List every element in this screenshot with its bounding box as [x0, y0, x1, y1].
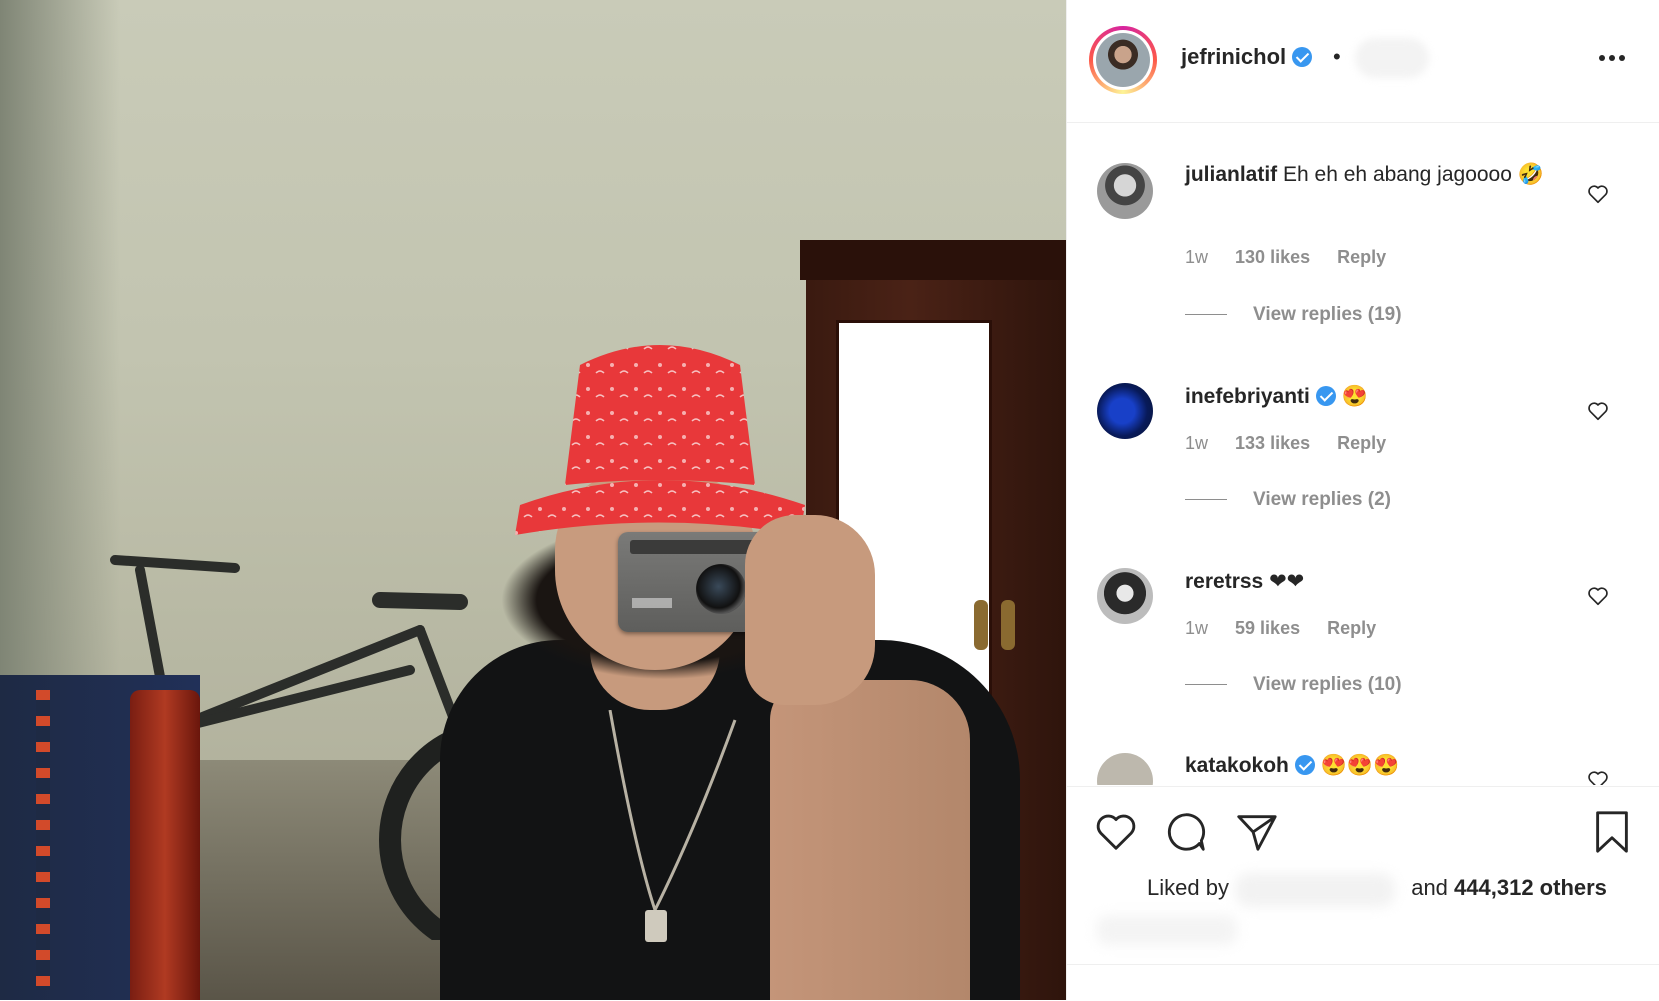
reply-button[interactable]: Reply: [1337, 247, 1386, 267]
comments-list[interactable]: julianlatif Eh eh eh abang jagoooo 🤣 1w …: [1067, 123, 1659, 785]
commenter-avatar[interactable]: [1097, 163, 1153, 219]
redacted-follow: [1355, 38, 1429, 78]
redacted-liker-name: [1235, 873, 1395, 907]
redacted-post-time: [1097, 915, 1237, 945]
post-photo[interactable]: [0, 0, 1066, 1000]
paper-plane-icon[interactable]: [1233, 809, 1279, 855]
comment-text: katakokoh 😍😍😍: [1185, 750, 1555, 782]
comment-likes[interactable]: 130 likes: [1235, 247, 1310, 267]
comment-likes[interactable]: 59 likes: [1235, 618, 1300, 638]
view-replies-button[interactable]: View replies (19): [1185, 304, 1402, 326]
red-bucket-hat: [515, 345, 805, 535]
comment-body: 😍😍😍: [1320, 754, 1400, 777]
comment-meta: 1w 133 likes Reply: [1185, 433, 1408, 454]
bookmark-icon[interactable]: [1589, 809, 1635, 855]
commenter-avatar[interactable]: [1097, 383, 1153, 439]
author-username[interactable]: jefrinichol: [1181, 44, 1313, 70]
verified-badge-icon: [1294, 755, 1315, 775]
verified-badge-icon: [1292, 47, 1313, 67]
comment-like-heart-icon[interactable]: [1587, 183, 1609, 205]
hand: [745, 515, 875, 705]
comment-meta: 1w 130 likes Reply: [1185, 247, 1408, 268]
likes-count[interactable]: 444,312 others: [1454, 875, 1607, 900]
header-separator: •: [1333, 44, 1341, 69]
verified-badge-icon: [1315, 386, 1336, 406]
comment-body: Eh eh eh abang jagoooo 🤣: [1283, 163, 1544, 186]
commenter-avatar[interactable]: [1097, 568, 1153, 624]
comment-text: reretrss ❤❤: [1185, 566, 1555, 598]
comment-like-heart-icon[interactable]: [1587, 585, 1609, 607]
view-replies-button[interactable]: View replies (2): [1185, 489, 1391, 511]
commenter-username[interactable]: reretrss: [1185, 570, 1263, 593]
commenter-username[interactable]: inefebriyanti: [1185, 385, 1310, 408]
more-options-icon[interactable]: [1599, 48, 1631, 72]
comment-like-heart-icon[interactable]: [1587, 400, 1609, 422]
author-avatar[interactable]: [1089, 26, 1157, 94]
commenter-username[interactable]: julianlatif: [1185, 163, 1277, 186]
post-actions: Liked by and 444,312 others: [1067, 786, 1659, 1001]
necklace: [608, 710, 737, 942]
comment-body: 😍: [1341, 385, 1368, 408]
commenter-avatar[interactable]: [1097, 753, 1153, 785]
comment-body: ❤❤: [1269, 570, 1305, 593]
comment-time[interactable]: 1w: [1185, 618, 1208, 638]
post-header: jefrinichol •: [1067, 0, 1659, 123]
post-side-panel: jefrinichol • julianlatif Eh eh eh abang…: [1066, 0, 1659, 1000]
commenter-username[interactable]: katakokoh: [1185, 754, 1289, 777]
comment-icon[interactable]: [1163, 809, 1209, 855]
reply-button[interactable]: Reply: [1337, 433, 1386, 453]
comment-likes[interactable]: 133 likes: [1235, 433, 1310, 453]
comment-meta: 1w 59 likes Reply: [1185, 618, 1398, 639]
comment-time[interactable]: 1w: [1185, 247, 1208, 267]
comment-like-heart-icon[interactable]: [1587, 769, 1609, 785]
comment-time[interactable]: 1w: [1185, 433, 1208, 453]
reply-button[interactable]: Reply: [1327, 618, 1376, 638]
comment-text: inefebriyanti 😍: [1185, 381, 1555, 413]
heart-icon[interactable]: [1093, 809, 1139, 855]
comment-text: julianlatif Eh eh eh abang jagoooo 🤣: [1185, 159, 1555, 191]
view-replies-button[interactable]: View replies (10): [1185, 674, 1402, 696]
